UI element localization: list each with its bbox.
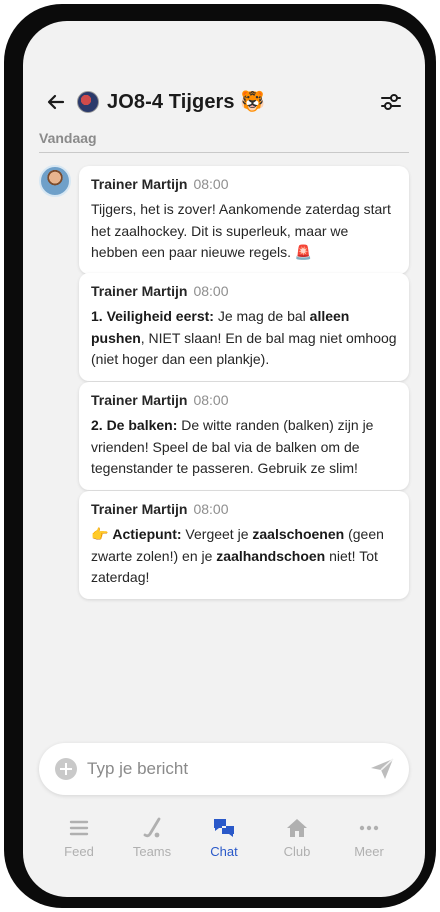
back-arrow-icon[interactable] — [45, 91, 67, 113]
home-icon — [287, 819, 307, 837]
message-text-bold: Actiepunt: — [112, 526, 182, 542]
chat-bubbles-icon — [214, 819, 234, 837]
send-icon[interactable] — [369, 757, 395, 781]
sender-name: Trainer Martijn — [91, 283, 188, 299]
sender-name: Trainer Martijn — [91, 501, 188, 517]
tab-club[interactable]: Club — [262, 817, 332, 865]
tab-feed[interactable]: Feed — [44, 817, 114, 865]
sender-avatar[interactable] — [39, 165, 71, 197]
message-text: 👉 Actiepunt: Vergeet je zaalschoenen (ge… — [91, 524, 397, 589]
divider — [39, 152, 409, 153]
settings-sliders-icon[interactable] — [381, 93, 401, 111]
tab-teams[interactable]: Teams — [117, 817, 187, 865]
message-text-bold: zaalhandschoen — [216, 547, 326, 564]
message-time: 08:00 — [193, 501, 229, 517]
tab-label: Feed — [64, 844, 94, 859]
message-bubble[interactable]: Trainer Martijn 08:00 2. De balken: De wi… — [79, 382, 409, 490]
message-text: 2. De balken: De witte randen (balken) z… — [91, 415, 397, 480]
chat-title: JO8-4 Tijgers 🐯 — [107, 91, 266, 113]
tab-label: Meer — [354, 844, 384, 859]
sender-name: Trainer Martijn — [91, 392, 188, 408]
message-text-run: 👉 — [91, 526, 113, 542]
tab-label: Club — [283, 844, 311, 859]
more-dots-icon — [359, 825, 379, 831]
tab-label: Chat — [210, 844, 238, 859]
message-time: 08:00 — [193, 283, 229, 299]
bottom-tab-bar: Feed Teams Chat Club Meer — [23, 817, 425, 867]
group-avatar[interactable] — [77, 91, 99, 113]
message-text-bold: 2. De balken: — [91, 417, 178, 433]
message-bubble[interactable]: Trainer Martijn 08:00 👉 Actiepunt: Vergee… — [79, 491, 409, 599]
message-text-run: Tijgers, het is zover! Aankomende zaterd… — [91, 201, 391, 260]
message-composer — [39, 743, 409, 795]
message-bubble[interactable]: Trainer Martijn 08:00 Tijgers, het is zov… — [79, 166, 409, 274]
tab-label: Teams — [132, 844, 172, 859]
message-text: 1. Veiligheid eerst: Je mag de bal allee… — [91, 306, 397, 371]
sender-name: Trainer Martijn — [91, 176, 188, 192]
message-bubble[interactable]: Trainer Martijn 08:00 1. Veiligheid eerst… — [79, 273, 409, 381]
message-text-bold: zaalschoenen — [252, 526, 345, 542]
day-separator-label: Vandaag — [39, 130, 97, 146]
tab-chat[interactable]: Chat — [189, 817, 259, 865]
message-text-bold: 1. Veiligheid eerst: — [91, 308, 214, 324]
message-time: 08:00 — [193, 176, 229, 192]
add-attachment-icon[interactable] — [55, 758, 77, 780]
tab-more[interactable]: Meer — [334, 817, 404, 865]
feed-icon — [69, 820, 89, 836]
phone-frame: JO8-4 Tijgers 🐯 Vandaag Trainer Martijn 0… — [4, 4, 436, 908]
message-time: 08:00 — [193, 392, 229, 408]
message-text-run: Vergeet je — [181, 526, 253, 542]
message-text-run: Je mag de bal — [213, 308, 310, 324]
hockey-stick-icon — [143, 817, 161, 838]
message-text: Tijgers, het is zover! Aankomende zaterd… — [91, 199, 397, 264]
chat-header: JO8-4 Tijgers 🐯 — [23, 85, 425, 119]
app-screen: JO8-4 Tijgers 🐯 Vandaag Trainer Martijn 0… — [23, 21, 425, 897]
message-input[interactable] — [87, 756, 357, 782]
